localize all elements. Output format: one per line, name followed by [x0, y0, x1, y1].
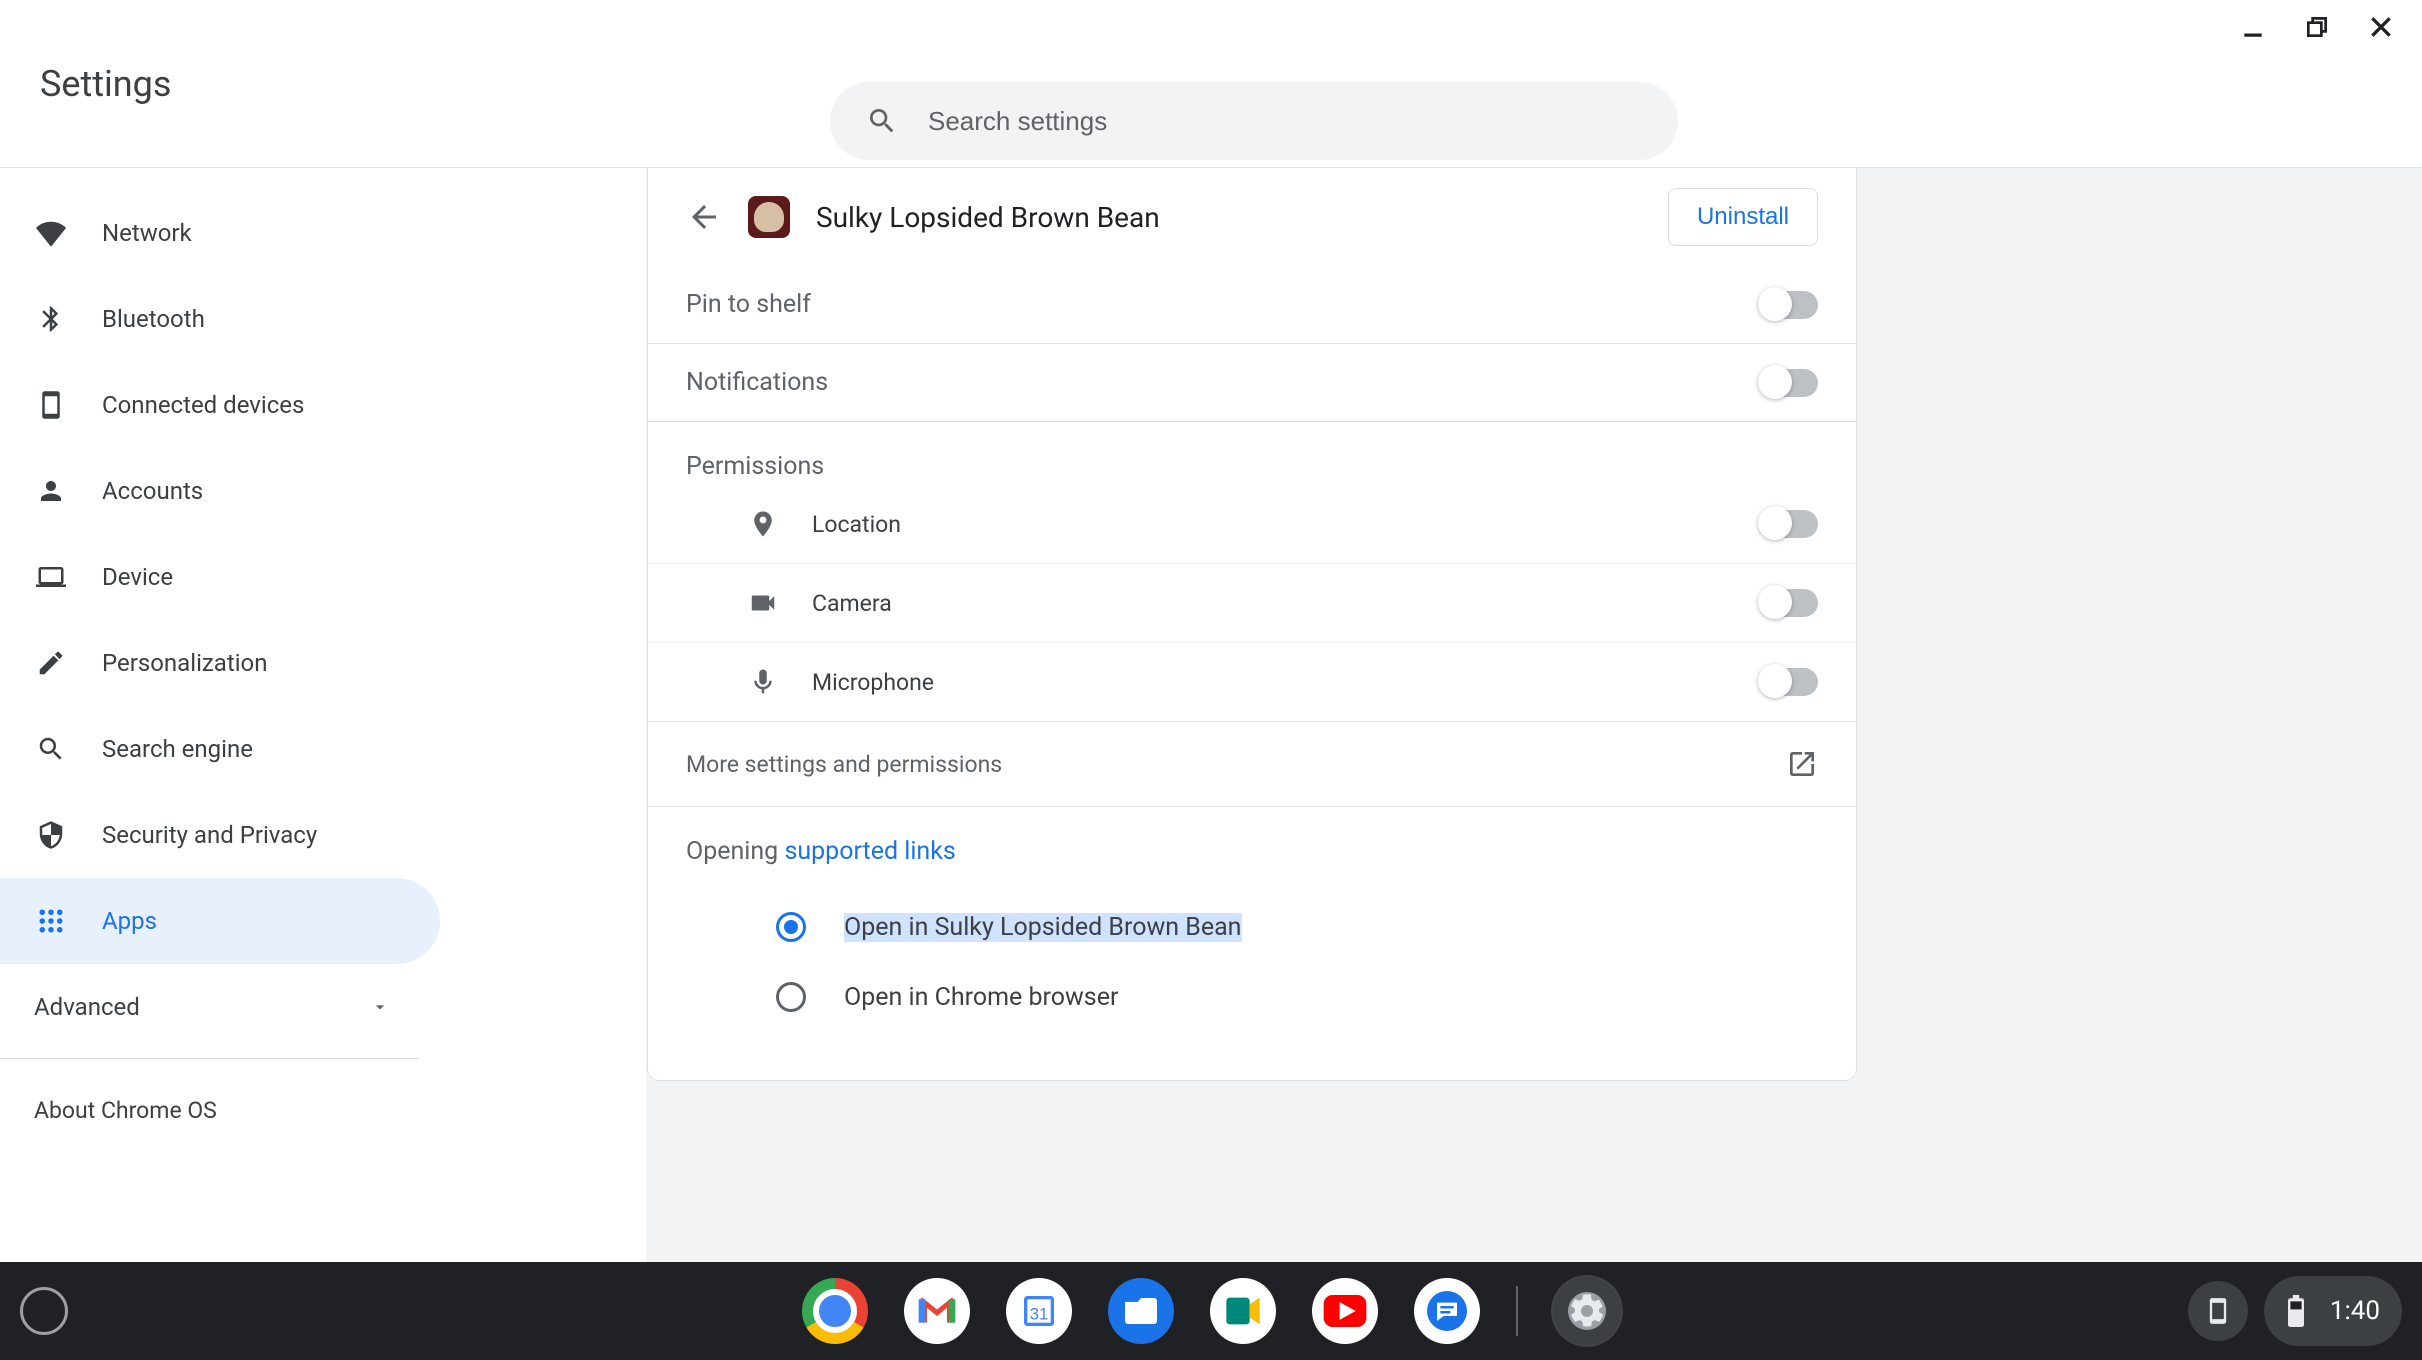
pin-to-shelf-toggle[interactable]: [1760, 291, 1818, 319]
microphone-icon: [748, 667, 778, 697]
shelf-app-gmail[interactable]: [904, 1278, 970, 1344]
sidebar-advanced-label: Advanced: [34, 993, 140, 1021]
pin-to-shelf-row: Pin to shelf: [648, 266, 1856, 343]
sidebar-item-bluetooth[interactable]: Bluetooth: [0, 276, 440, 362]
sidebar-item-label: Bluetooth: [102, 305, 205, 333]
supported-links-link[interactable]: supported links: [784, 837, 955, 866]
laptop-icon: [34, 562, 68, 592]
sidebar-advanced-toggle[interactable]: Advanced: [0, 964, 420, 1050]
app-title: Sulky Lopsided Brown Bean: [816, 201, 1642, 234]
sidebar-item-connected-devices[interactable]: Connected devices: [0, 362, 440, 448]
location-toggle[interactable]: [1760, 510, 1818, 538]
chevron-down-icon: [370, 997, 390, 1017]
shelf: 31 1:40: [0, 1262, 2422, 1360]
sidebar-item-label: Security and Privacy: [102, 821, 317, 849]
apps-grid-icon: [34, 906, 68, 936]
battery-icon: [2286, 1295, 2306, 1327]
radio-label-open-in-chrome: Open in Chrome browser: [844, 983, 1118, 1012]
bluetooth-icon: [34, 304, 68, 334]
shelf-app-calendar[interactable]: 31: [1006, 1278, 1072, 1344]
permission-label: Location: [812, 511, 901, 538]
sidebar-item-network[interactable]: Network: [0, 190, 440, 276]
notifications-toggle[interactable]: [1760, 369, 1818, 397]
search-icon: [866, 105, 898, 137]
wifi-icon: [34, 218, 68, 248]
sidebar-item-about[interactable]: About Chrome OS: [0, 1067, 646, 1153]
window-maximize-button[interactable]: [2304, 14, 2330, 40]
supported-links-label: Opening supported links: [686, 837, 1818, 866]
sidebar-item-label: Search engine: [102, 735, 253, 763]
app-icon: [748, 196, 790, 238]
status-tray[interactable]: 1:40: [2264, 1276, 2402, 1346]
page-title: Settings: [40, 63, 171, 105]
permissions-heading: Permissions: [648, 421, 1856, 485]
pencil-icon: [34, 648, 68, 678]
sidebar-divider: [0, 1058, 420, 1059]
search-input[interactable]: [928, 106, 1642, 137]
shelf-app-messages[interactable]: [1414, 1278, 1480, 1344]
shelf-app-meet[interactable]: [1210, 1278, 1276, 1344]
launcher-button[interactable]: [20, 1287, 68, 1335]
sidebar-item-label: Accounts: [102, 477, 203, 505]
sidebar-item-label: Connected devices: [102, 391, 304, 419]
sidebar-item-security[interactable]: Security and Privacy: [0, 792, 440, 878]
links-prefix: Opening: [686, 837, 784, 866]
notifications-row: Notifications: [648, 343, 1856, 421]
radio-open-in-chrome[interactable]: Open in Chrome browser: [686, 962, 1818, 1032]
sidebar-item-label: Personalization: [102, 649, 268, 677]
external-link-icon: [1786, 748, 1818, 780]
sidebar-item-device[interactable]: Device: [0, 534, 440, 620]
permission-label: Microphone: [812, 669, 934, 696]
sidebar-item-label: Apps: [102, 907, 157, 935]
phone-icon: [34, 390, 68, 420]
search-icon: [34, 734, 68, 764]
svg-text:31: 31: [1030, 1304, 1049, 1323]
person-icon: [34, 476, 68, 506]
notification-tray-button[interactable]: [2188, 1281, 2248, 1341]
shield-icon: [34, 820, 68, 850]
sidebar-item-label: Network: [102, 219, 192, 247]
camera-icon: [748, 588, 778, 618]
shelf-app-chrome[interactable]: [802, 1278, 868, 1344]
shelf-app-settings[interactable]: [1554, 1278, 1620, 1344]
window-close-button[interactable]: [2368, 14, 2394, 40]
sidebar-item-search-engine[interactable]: Search engine: [0, 706, 440, 792]
permission-row-microphone: Microphone: [648, 642, 1856, 721]
shelf-app-files[interactable]: [1108, 1278, 1174, 1344]
permission-row-camera: Camera: [648, 563, 1856, 642]
notifications-label: Notifications: [686, 368, 828, 397]
radio-button-selected[interactable]: [776, 912, 806, 942]
radio-button[interactable]: [776, 982, 806, 1012]
window-minimize-button[interactable]: [2240, 14, 2266, 40]
sidebar: Network Bluetooth Connected devices Acco…: [0, 168, 646, 1262]
microphone-toggle[interactable]: [1760, 668, 1818, 696]
sidebar-about-label: About Chrome OS: [34, 1097, 217, 1124]
sidebar-item-accounts[interactable]: Accounts: [0, 448, 440, 534]
camera-toggle[interactable]: [1760, 589, 1818, 617]
more-settings-row[interactable]: More settings and permissions: [648, 721, 1856, 806]
uninstall-button[interactable]: Uninstall: [1668, 188, 1818, 246]
sidebar-item-personalization[interactable]: Personalization: [0, 620, 440, 706]
sidebar-item-label: Device: [102, 563, 173, 591]
radio-open-in-app[interactable]: Open in Sulky Lopsided Brown Bean: [686, 892, 1818, 962]
status-time: 1:40: [2330, 1296, 2380, 1326]
permission-label: Camera: [812, 590, 892, 617]
more-settings-label: More settings and permissions: [686, 751, 1002, 778]
search-box[interactable]: [830, 82, 1678, 160]
radio-label-open-in-app: Open in Sulky Lopsided Brown Bean: [844, 913, 1242, 942]
sidebar-item-apps[interactable]: Apps: [0, 878, 440, 964]
back-button[interactable]: [686, 199, 722, 235]
location-icon: [748, 509, 778, 539]
permission-row-location: Location: [648, 485, 1856, 563]
pin-to-shelf-label: Pin to shelf: [686, 290, 811, 319]
shelf-divider: [1516, 1286, 1518, 1336]
shelf-app-youtube[interactable]: [1312, 1278, 1378, 1344]
